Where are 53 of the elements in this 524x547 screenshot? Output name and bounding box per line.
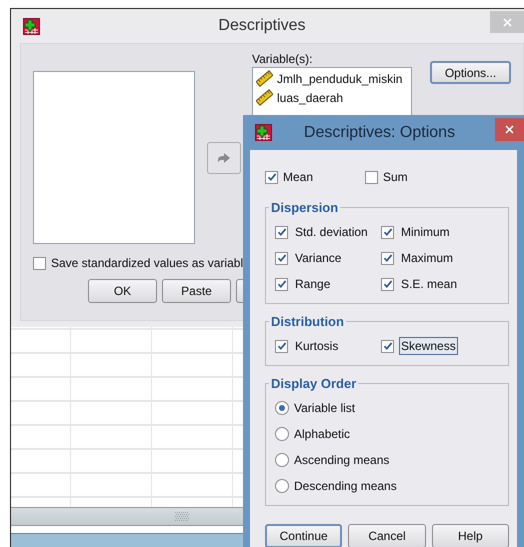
group-title: Display Order [270,376,358,391]
dialog-button[interactable]: Paste [162,279,231,303]
checkbox[interactable] [381,252,394,264]
checkbox[interactable] [33,256,46,270]
options-button[interactable]: Options... [430,61,511,84]
group-title: Distribution [270,314,345,329]
checkbox-label: Range [294,276,332,293]
checkbox[interactable] [381,226,394,238]
close-button[interactable] [495,118,524,141]
dialog-button[interactable]: Help [432,524,509,547]
checkbox[interactable] [275,226,288,238]
ruler-icon [256,89,273,106]
checkbox[interactable] [265,170,278,184]
checkbox-label: Std. deviation [294,224,369,241]
variable-item[interactable]: luas_daerah [277,90,344,104]
field-label: Variable(s): [252,52,314,66]
radio-label: Variable list [294,401,356,415]
window-title: Descriptives [217,17,307,35]
checkbox-label: Minimum [400,224,451,241]
checkbox-label: Mean [283,170,314,184]
checkbox[interactable] [275,340,288,352]
dialog-button[interactable]: Continue [265,524,342,547]
checkbox-label: Save standardized values as variabl [51,256,244,270]
checkbox-label: Skewness [399,337,458,355]
arrow-icon [216,152,230,164]
app-icon [255,124,272,141]
move-button[interactable] [206,142,240,174]
checkbox-label: Maximum [400,250,454,267]
dialog-button[interactable]: OK [88,279,157,303]
group-title: Dispersion [270,200,340,215]
radio-button[interactable] [275,427,289,441]
radio-button[interactable] [275,453,289,467]
checkbox[interactable] [275,278,288,290]
checkbox[interactable] [365,170,378,184]
checkbox[interactable] [381,278,394,290]
close-icon [505,125,514,134]
close-icon [502,18,512,26]
source-list[interactable] [33,71,195,244]
radio-label: Alphabetic [294,427,350,441]
radio-button[interactable] [275,479,289,493]
dialog-button[interactable]: Cancel [348,524,426,547]
checkbox[interactable] [381,340,394,352]
radio-label: Descending means [294,479,397,493]
variable-item[interactable]: Jmlh_penduduk_miskin [277,72,402,86]
checkbox-label: Kurtosis [294,338,340,355]
radio-label: Ascending means [294,453,390,467]
checkbox-label: Sum [383,170,408,184]
checkbox-label: S.E. mean [400,276,458,293]
checkbox[interactable] [275,252,288,264]
ruler-icon [256,70,273,87]
app-icon [23,18,40,34]
checkbox-label: Variance [294,250,342,267]
radio-button[interactable] [275,401,289,415]
